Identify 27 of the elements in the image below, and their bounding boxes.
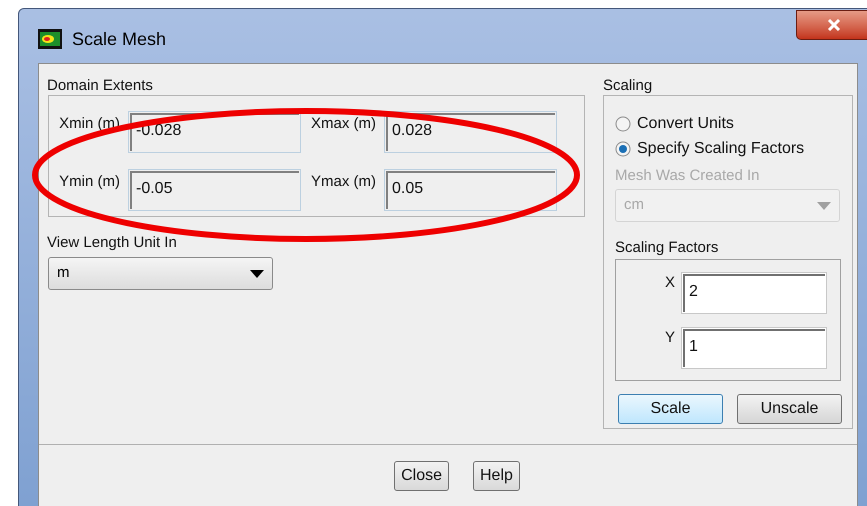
group-title: Domain Extents xyxy=(47,76,154,95)
field-label: Ymax (m) xyxy=(310,172,376,192)
radio-option[interactable]: Specify Scaling Factors xyxy=(615,136,841,161)
dialog-button[interactable]: Help xyxy=(473,461,520,491)
field-label: Mesh Was Created In xyxy=(615,166,760,185)
extent-field[interactable]: -0.05 xyxy=(128,169,301,211)
field-label: X xyxy=(664,273,675,293)
group-title: Scaling xyxy=(603,76,654,95)
radio-option[interactable]: Convert Units xyxy=(615,111,841,136)
factor-field[interactable]: 1 xyxy=(681,327,827,369)
action-button[interactable]: Scale xyxy=(618,394,723,424)
dropdown-arrow-icon xyxy=(250,270,264,278)
group-title: Scaling Factors xyxy=(615,238,720,257)
close-button[interactable] xyxy=(796,10,867,40)
action-button[interactable]: Unscale xyxy=(737,394,842,424)
dropdown-arrow-icon xyxy=(817,202,831,210)
extent-field[interactable]: 0.05 xyxy=(384,169,557,211)
field-label: Xmax (m) xyxy=(310,114,376,134)
app-icon xyxy=(38,29,62,49)
dialog-button[interactable]: Close xyxy=(394,461,449,491)
factor-field[interactable]: 2 xyxy=(681,272,827,314)
close-icon xyxy=(827,19,841,31)
window-title: Scale Mesh xyxy=(72,28,166,50)
field-label: View Length Unit In xyxy=(47,233,178,252)
field-label: Y xyxy=(664,328,675,348)
field-label: Ymin (m) xyxy=(58,172,120,192)
unit-dropdown[interactable]: m xyxy=(48,257,273,290)
